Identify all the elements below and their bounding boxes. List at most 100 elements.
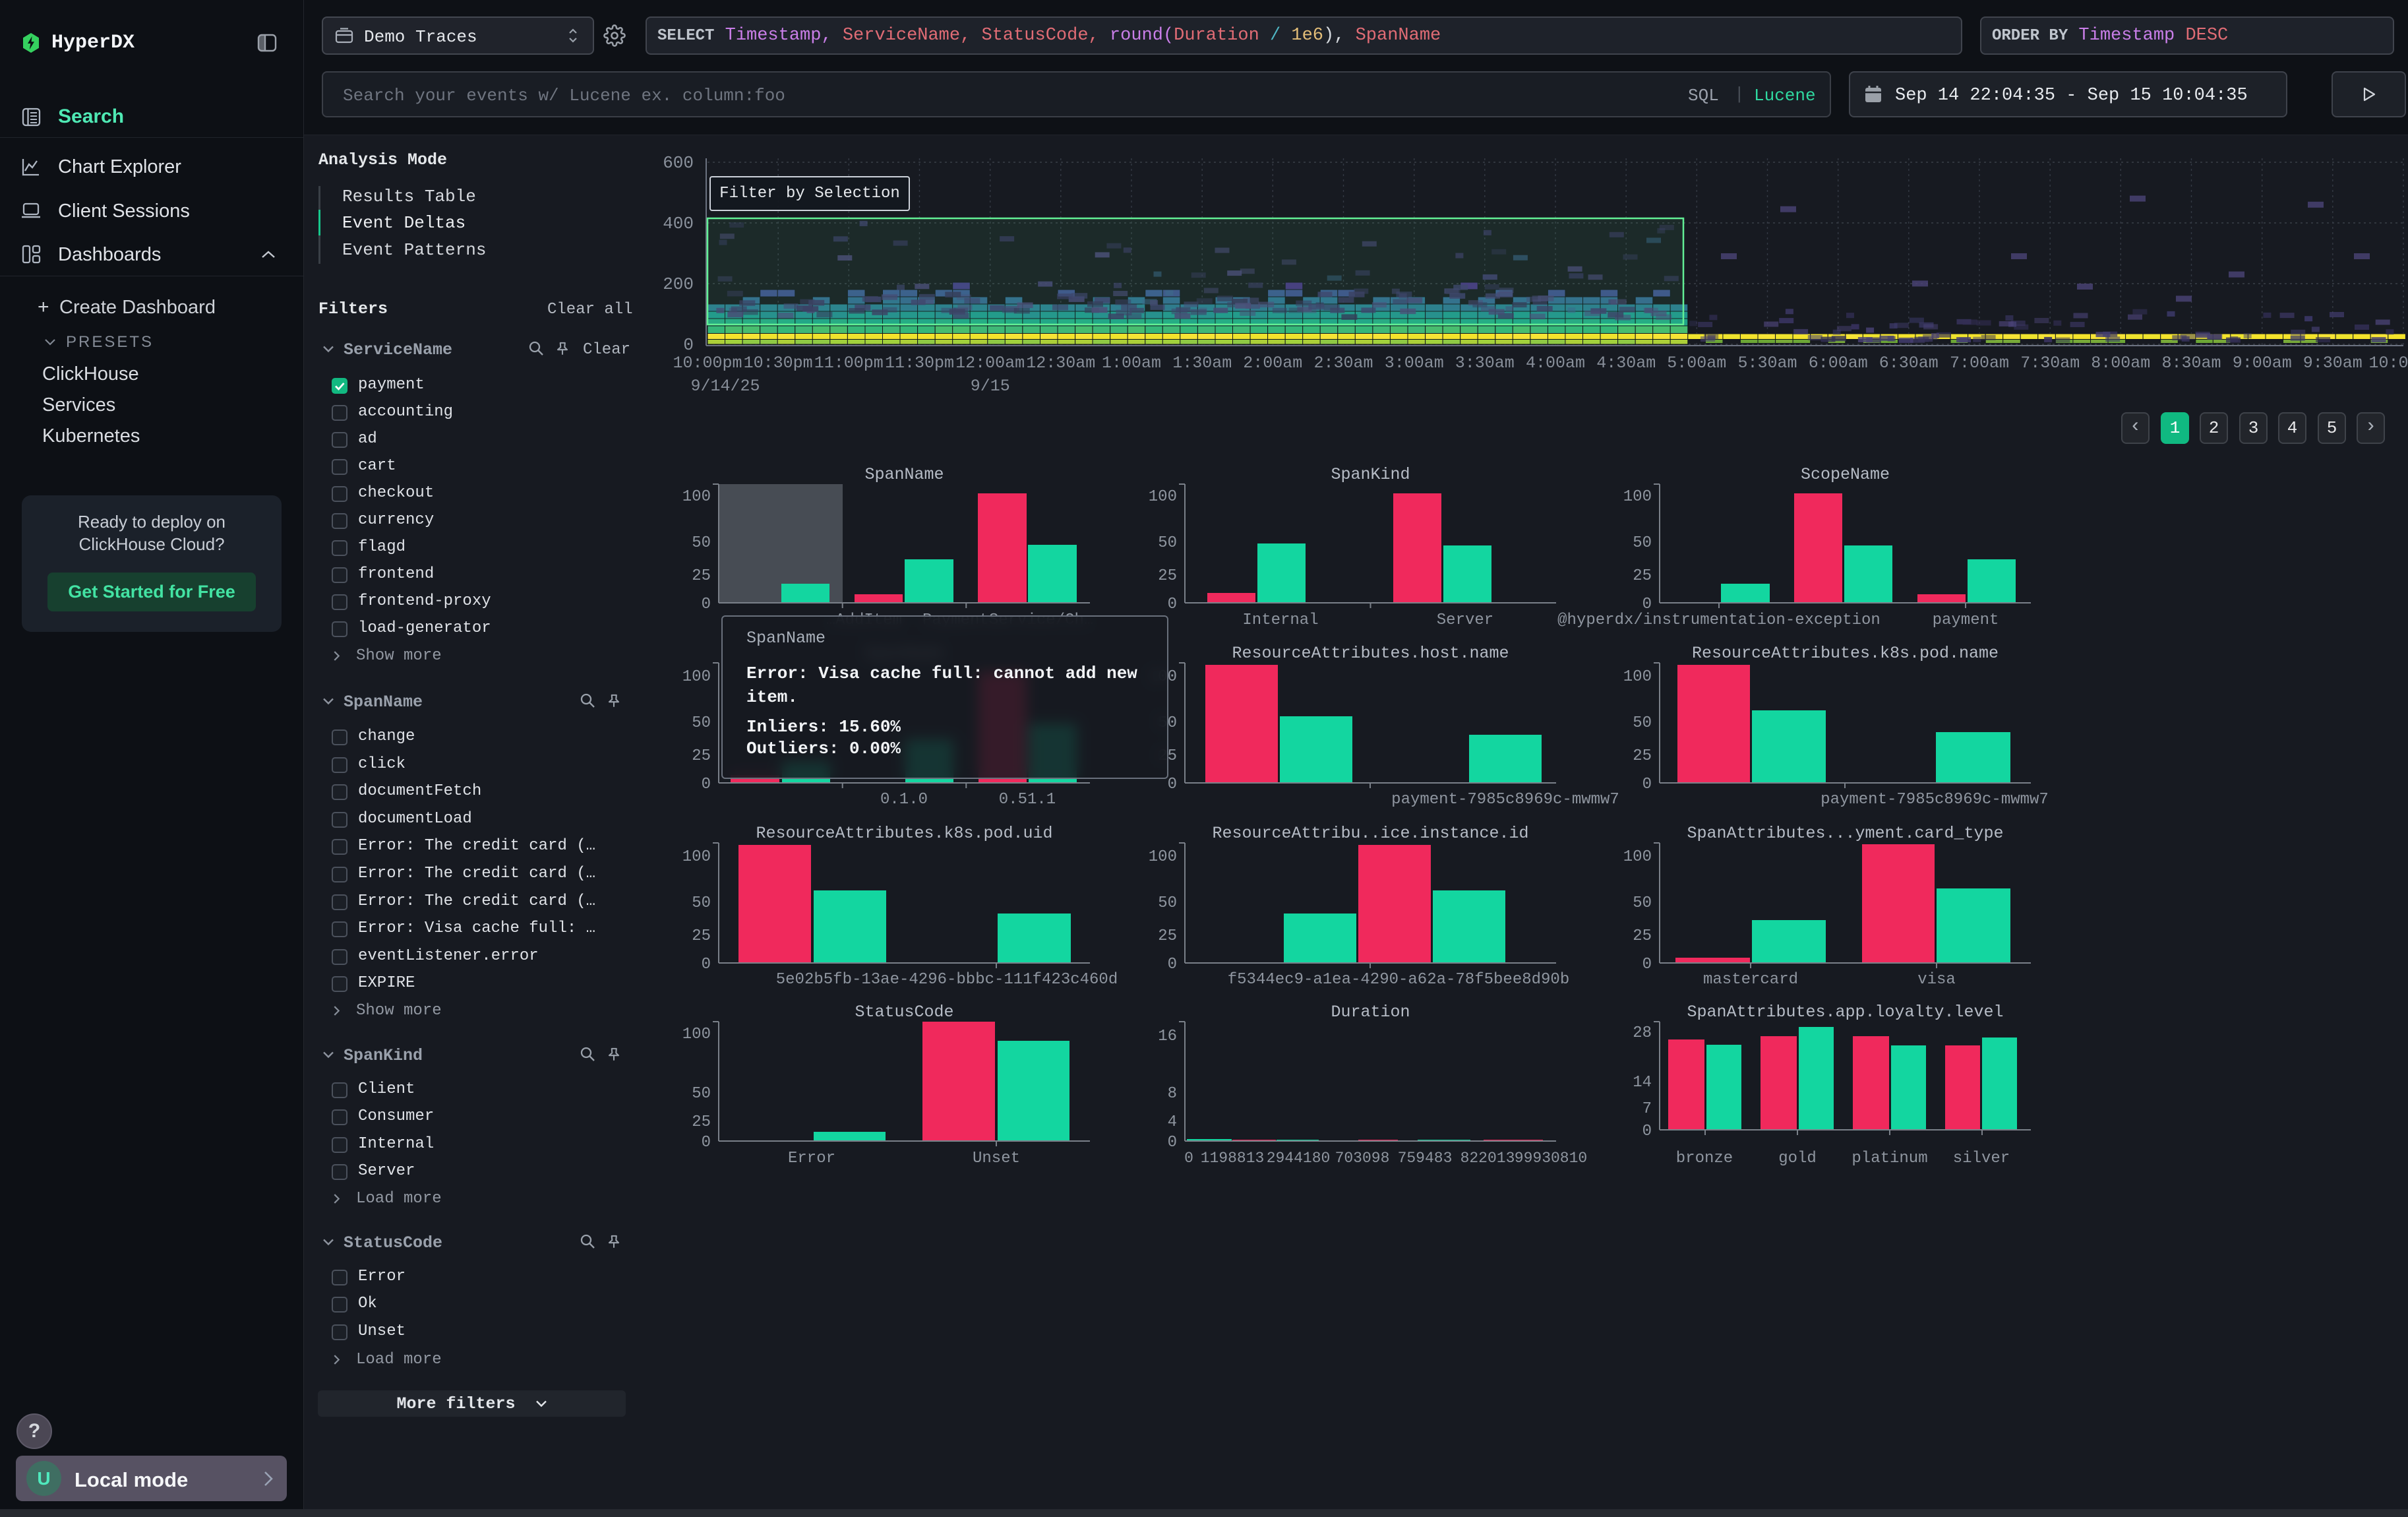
svg-text:gold: gold xyxy=(1778,1150,1817,1167)
svg-text:0: 0 xyxy=(1168,596,1177,613)
svg-text:25: 25 xyxy=(1633,927,1652,945)
svg-text:0.51.1: 0.51.1 xyxy=(999,791,1056,809)
svg-text:4:30am: 4:30am xyxy=(1596,354,1656,373)
svg-text:50: 50 xyxy=(692,534,711,552)
svg-text:0: 0 xyxy=(702,776,711,793)
svg-text:0: 0 xyxy=(702,1134,711,1152)
svg-text:25: 25 xyxy=(692,747,711,765)
svg-text:100: 100 xyxy=(1623,488,1652,506)
svg-text:100: 100 xyxy=(682,668,711,686)
svg-text:11:00pm: 11:00pm xyxy=(814,354,884,373)
svg-text:50: 50 xyxy=(692,714,711,732)
svg-text:100: 100 xyxy=(682,848,711,866)
svg-text:platinum: platinum xyxy=(1851,1150,1927,1167)
svg-text:100: 100 xyxy=(682,488,711,506)
svg-text:payment-7985c8969c-mwmw7: payment-7985c8969c-mwmw7 xyxy=(1821,791,2049,809)
svg-text:25: 25 xyxy=(692,1113,711,1131)
svg-text:7:30am: 7:30am xyxy=(2020,354,2080,373)
svg-text:3:00am: 3:00am xyxy=(1385,354,1444,373)
svg-text:f5344ec9-a1ea-4290-a62a-78f5be: f5344ec9-a1ea-4290-a62a-78f5bee8d90b xyxy=(1228,971,1569,989)
svg-text:25: 25 xyxy=(1158,927,1177,945)
svg-text:4:00am: 4:00am xyxy=(1526,354,1585,373)
svg-text:50: 50 xyxy=(1633,534,1652,552)
svg-text:50: 50 xyxy=(1633,894,1652,912)
svg-text:2:30am: 2:30am xyxy=(1313,354,1373,373)
svg-text:SpanName: SpanName xyxy=(864,465,944,484)
svg-text:StatusCode: StatusCode xyxy=(855,1003,953,1022)
svg-text:9/15: 9/15 xyxy=(971,377,1010,396)
svg-text:9:00am: 9:00am xyxy=(2233,354,2292,373)
svg-text:25: 25 xyxy=(1158,567,1177,585)
svg-text:9/14/25: 9/14/25 xyxy=(690,377,760,396)
svg-text:1:00am: 1:00am xyxy=(1102,354,1161,373)
svg-text:visa: visa xyxy=(1917,971,1956,989)
svg-text:Error: Error xyxy=(788,1150,835,1167)
svg-text:703098: 703098 xyxy=(1335,1150,1390,1167)
svg-text:2944180: 2944180 xyxy=(1267,1150,1331,1167)
svg-text:5:00am: 5:00am xyxy=(1667,354,1726,373)
svg-text:0: 0 xyxy=(1168,1134,1177,1152)
svg-text:0: 0 xyxy=(1168,956,1177,974)
svg-text:0: 0 xyxy=(702,956,711,974)
svg-text:100: 100 xyxy=(1149,848,1177,866)
svg-text:8: 8 xyxy=(1168,1085,1177,1103)
svg-text:99930810: 99930810 xyxy=(1515,1150,1587,1167)
svg-text:12:00am: 12:00am xyxy=(955,354,1025,373)
svg-text:payment: payment xyxy=(1933,611,1999,629)
svg-text:mastercard: mastercard xyxy=(1703,971,1798,989)
svg-text:@hyperdx/instrumentation-excep: @hyperdx/instrumentation-exception xyxy=(1557,611,1881,629)
svg-text:4: 4 xyxy=(1168,1113,1177,1131)
svg-text:50: 50 xyxy=(692,894,711,912)
svg-text:0: 0 xyxy=(1642,956,1652,974)
svg-text:0: 0 xyxy=(1184,1150,1193,1167)
svg-text:759483: 759483 xyxy=(1398,1150,1453,1167)
svg-text:0: 0 xyxy=(1642,1123,1652,1140)
svg-text:100: 100 xyxy=(682,1026,711,1043)
svg-text:0.1.0: 0.1.0 xyxy=(880,791,928,809)
svg-text:25: 25 xyxy=(692,567,711,585)
svg-text:2:00am: 2:00am xyxy=(1243,354,1302,373)
svg-text:11:30pm: 11:30pm xyxy=(885,354,954,373)
svg-text:600: 600 xyxy=(663,153,694,173)
svg-text:5e02b5fb-13ae-4296-bbbc-111f42: 5e02b5fb-13ae-4296-bbbc-111f423c460d xyxy=(776,971,1118,989)
svg-text:10:00am: 10:00am xyxy=(2368,354,2408,373)
svg-text:0: 0 xyxy=(1168,776,1177,793)
svg-text:822013: 822013 xyxy=(1460,1150,1515,1167)
svg-text:14: 14 xyxy=(1633,1074,1652,1092)
svg-text:0: 0 xyxy=(702,596,711,613)
svg-text:0: 0 xyxy=(683,335,694,355)
svg-text:28: 28 xyxy=(1633,1024,1652,1042)
svg-text:25: 25 xyxy=(1633,747,1652,765)
svg-text:25: 25 xyxy=(692,927,711,945)
svg-text:50: 50 xyxy=(692,1085,711,1103)
svg-text:SpanAttributes.app.loyalty.lev: SpanAttributes.app.loyalty.level xyxy=(1687,1003,2003,1022)
svg-text:SpanKind: SpanKind xyxy=(1331,465,1410,484)
svg-text:50: 50 xyxy=(1158,534,1177,552)
svg-text:bronze: bronze xyxy=(1676,1150,1733,1167)
svg-text:100: 100 xyxy=(1149,488,1177,506)
svg-text:Internal: Internal xyxy=(1242,611,1318,629)
svg-text:ResourceAttributes.k8s.pod.uid: ResourceAttributes.k8s.pod.uid xyxy=(756,824,1052,843)
svg-text:ResourceAttributes.host.name: ResourceAttributes.host.name xyxy=(1232,644,1509,663)
svg-text:10:00pm: 10:00pm xyxy=(673,354,742,373)
svg-text:0: 0 xyxy=(1642,596,1652,613)
svg-text:Server: Server xyxy=(1437,611,1493,629)
svg-text:1198813: 1198813 xyxy=(1201,1150,1265,1167)
svg-text:25: 25 xyxy=(1633,567,1652,585)
svg-text:Duration: Duration xyxy=(1331,1003,1410,1022)
svg-text:7: 7 xyxy=(1642,1100,1652,1118)
svg-text:Unset: Unset xyxy=(973,1150,1020,1167)
svg-text:6:00am: 6:00am xyxy=(1809,354,1868,373)
svg-text:8:00am: 8:00am xyxy=(2091,354,2150,373)
svg-text:10:30pm: 10:30pm xyxy=(744,354,813,373)
svg-text:ScopeName: ScopeName xyxy=(1801,465,1890,484)
svg-text:silver: silver xyxy=(1953,1150,2010,1167)
svg-text:SpanAttributes...yment.card_ty: SpanAttributes...yment.card_type xyxy=(1687,824,2003,843)
svg-text:7:00am: 7:00am xyxy=(1950,354,2009,373)
svg-text:400: 400 xyxy=(663,214,694,233)
svg-text:200: 200 xyxy=(663,274,694,294)
svg-text:ResourceAttributes.k8s.pod.nam: ResourceAttributes.k8s.pod.name xyxy=(1692,644,1999,663)
svg-text:3:30am: 3:30am xyxy=(1455,354,1515,373)
svg-text:ResourceAttribu..ice.instance.: ResourceAttribu..ice.instance.id xyxy=(1212,824,1528,843)
svg-text:6:30am: 6:30am xyxy=(1879,354,1939,373)
